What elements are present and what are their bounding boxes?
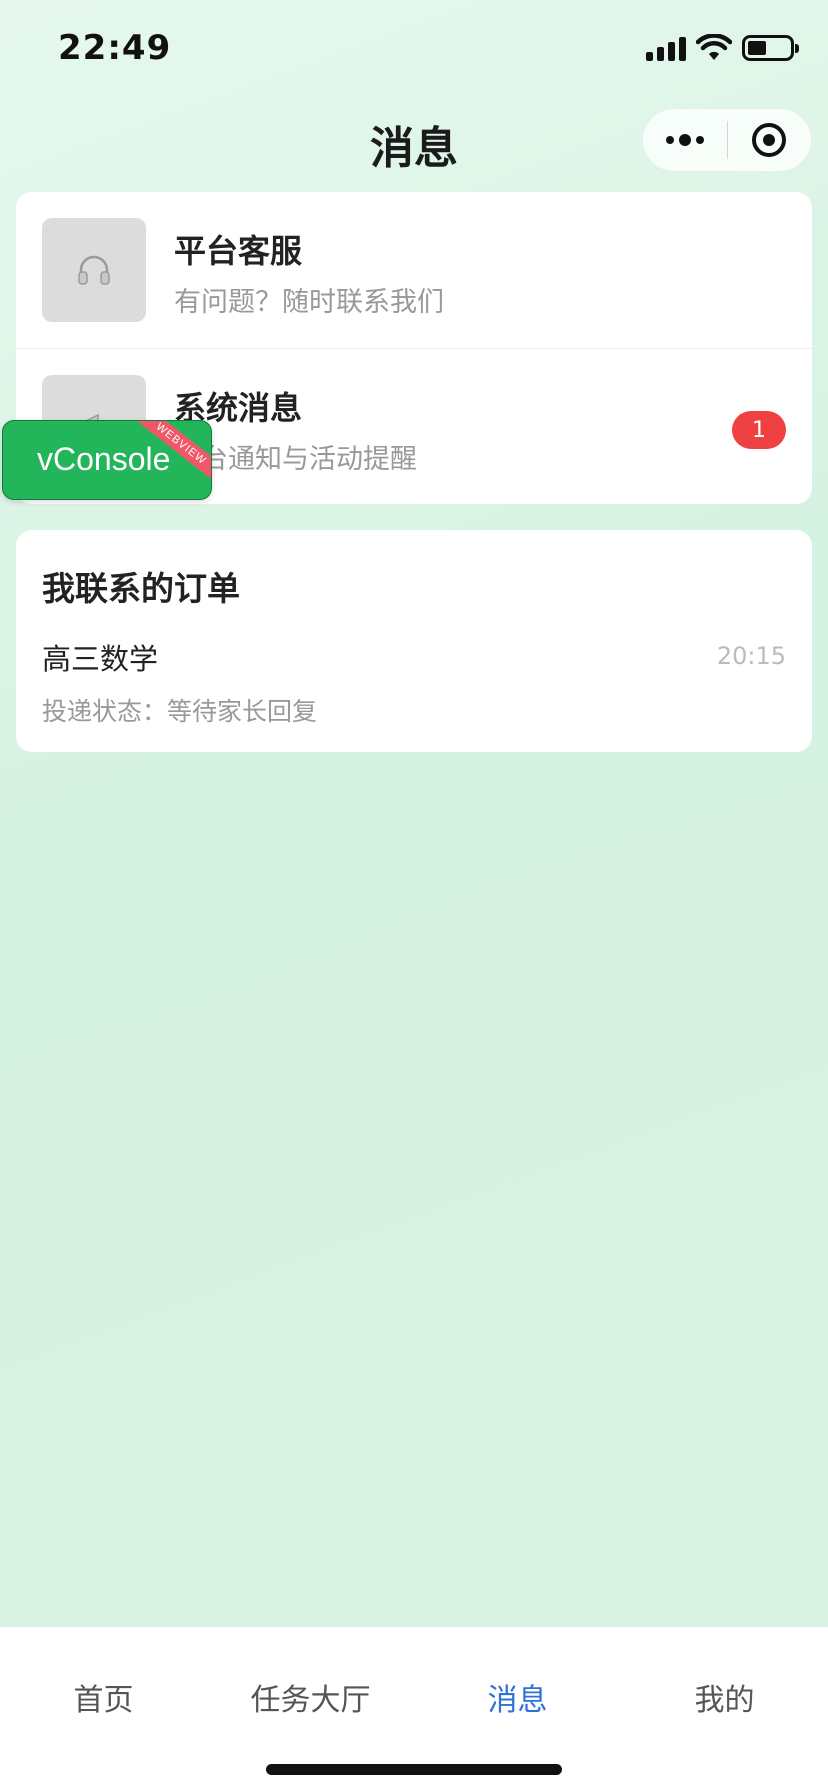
status-time: 22:49 <box>58 28 172 68</box>
message-title: 平台客服 <box>174 232 303 270</box>
close-miniprogram-button[interactable] <box>728 108 811 172</box>
tab-mine[interactable]: 我的 <box>621 1675 828 1719</box>
status-bar: 22:49 <box>0 0 828 100</box>
order-time: 20:15 <box>716 642 786 670</box>
message-subtitle: 有问题？随时联系我们 <box>174 287 444 318</box>
section-title: 我联系的订单 <box>42 569 240 608</box>
cellular-signal-icon <box>646 35 686 61</box>
message-row-customer-service[interactable]: 平台客服 有问题？随时联系我们 <box>16 192 812 348</box>
order-name: 高三数学 <box>42 642 159 676</box>
target-icon <box>752 123 787 157</box>
more-menu-button[interactable] <box>643 108 727 172</box>
headphones-icon <box>42 218 146 322</box>
tab-task-hall[interactable]: 任务大厅 <box>207 1675 414 1719</box>
tab-home[interactable]: 首页 <box>0 1675 207 1719</box>
status-icons <box>646 34 799 62</box>
order-status: 投递状态：等待家长回复 <box>42 697 318 726</box>
miniprogram-capsule <box>642 108 812 172</box>
tab-messages[interactable]: 消息 <box>414 1675 621 1719</box>
my-orders-card: 我联系的订单 高三数学 20:15 投递状态：等待家长回复 <box>16 530 812 752</box>
unread-badge: 1 <box>732 411 786 449</box>
vconsole-button[interactable]: vConsole WEBVIEW <box>2 420 212 500</box>
home-indicator[interactable] <box>266 1764 562 1775</box>
vconsole-label: vConsole <box>37 441 171 477</box>
battery-icon <box>742 35 799 61</box>
wifi-icon <box>696 34 732 60</box>
